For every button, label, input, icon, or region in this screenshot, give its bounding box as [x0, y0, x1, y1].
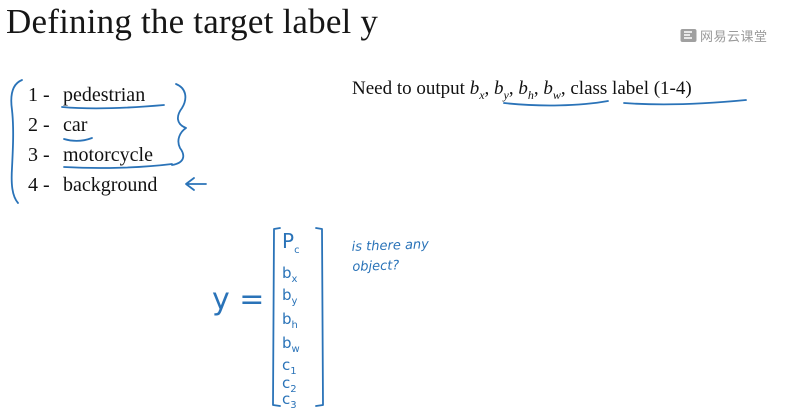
right-brace-ink [171, 83, 187, 166]
underline-class-label [623, 99, 747, 106]
underline-box-params [503, 100, 609, 107]
underline-motorcycle [63, 163, 173, 169]
lecture-slide: Defining the target label y 网易云课堂 1 - ped… [0, 0, 800, 418]
underline-car [63, 137, 93, 142]
handwritten-annotations [10, 79, 747, 407]
vector-component-c3: c3 [282, 390, 297, 411]
y-equals-label: y = [212, 282, 265, 317]
vector-component-bh: bh [282, 310, 298, 331]
vector-component-by: by [282, 286, 298, 307]
handwritten-note: is there any object? [351, 237, 430, 275]
vector-bracket-left [272, 227, 281, 407]
left-brace-ink [10, 79, 23, 204]
arrow-background [185, 177, 207, 191]
underline-pedestrian [61, 104, 165, 110]
vector-component-pc: Pc [282, 229, 300, 256]
